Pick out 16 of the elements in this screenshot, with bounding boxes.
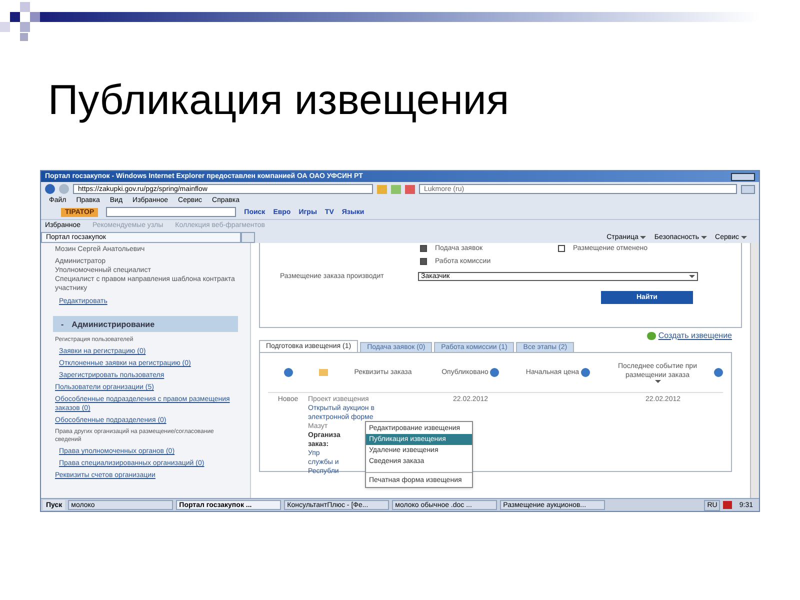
collapse-marker[interactable]: - xyxy=(61,320,64,328)
caret-icon xyxy=(689,275,695,278)
section-title: Администрирование xyxy=(72,320,155,328)
checkbox[interactable] xyxy=(420,258,427,265)
caret-icon xyxy=(741,236,747,238)
slide-title: Публикация извещения xyxy=(48,75,510,125)
tray-icon xyxy=(723,501,732,509)
new-tab[interactable] xyxy=(241,232,255,242)
checkbox[interactable] xyxy=(420,245,427,252)
section-header[interactable]: - Администрирование xyxy=(53,316,238,332)
checkbox[interactable] xyxy=(558,245,565,252)
sort-caret-icon[interactable] xyxy=(654,380,660,383)
toolbar-search-field[interactable] xyxy=(106,207,236,217)
caret-icon xyxy=(640,236,646,238)
caret-icon xyxy=(701,236,708,238)
create-notice-link[interactable]: Создать извещение xyxy=(658,331,732,340)
